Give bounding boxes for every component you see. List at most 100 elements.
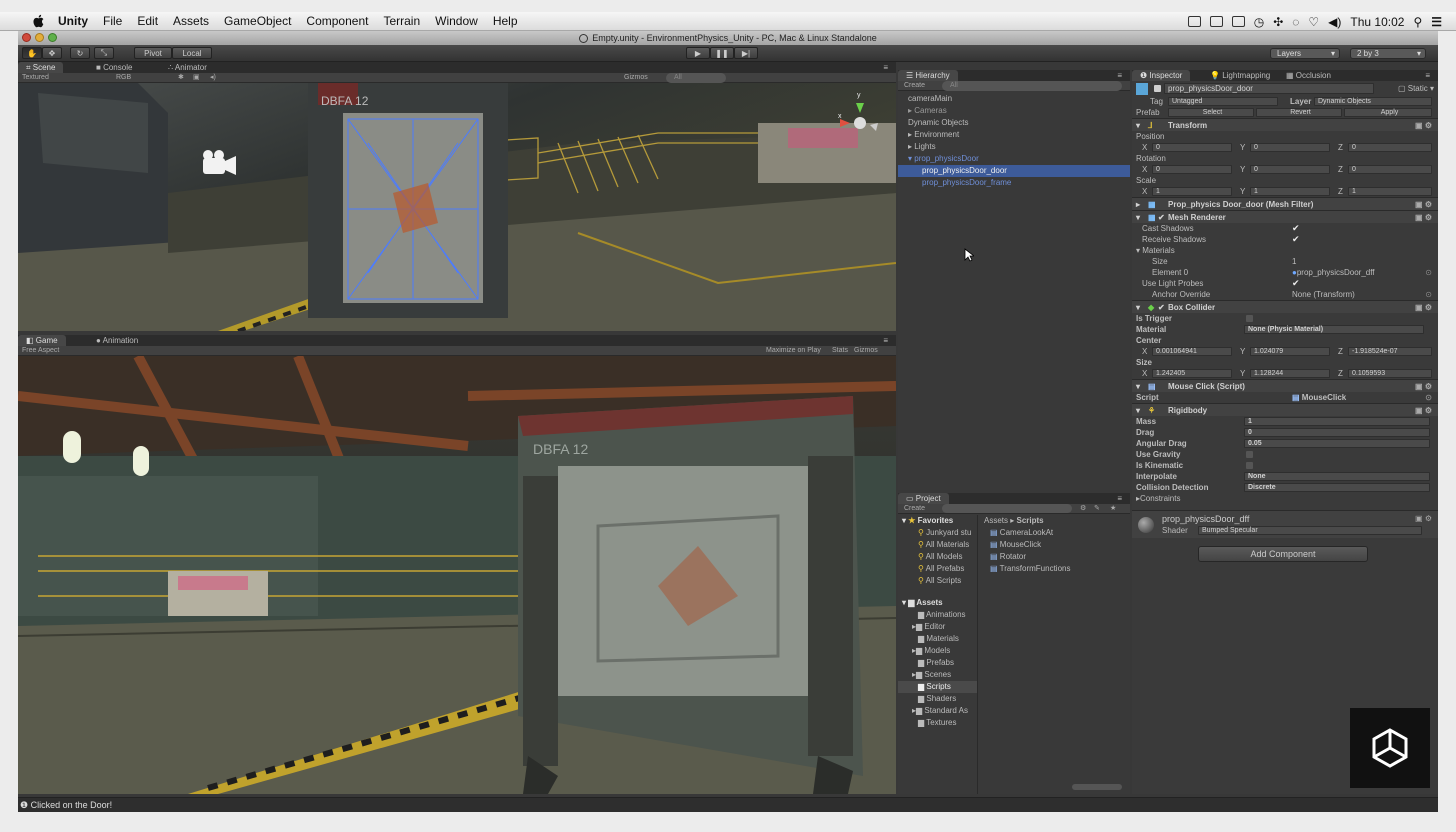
layer-dropdown[interactable]: Dynamic Objects [1314, 97, 1432, 106]
angular-drag-field[interactable]: 0.05 [1244, 439, 1430, 448]
local-toggle[interactable]: Local [172, 47, 212, 59]
menu-app-name[interactable]: Unity [58, 14, 88, 28]
favorite-item[interactable]: ⚲ All Models [898, 551, 977, 563]
breadcrumb-scripts[interactable]: Scripts [1016, 516, 1043, 525]
scale-z-field[interactable]: 1 [1348, 187, 1432, 196]
size-x-field[interactable]: 1.242405 [1152, 369, 1232, 378]
menu-terrain[interactable]: Terrain [383, 14, 420, 28]
status-bar[interactable]: ❶ Clicked on the Door! [18, 797, 1438, 812]
breadcrumb-assets[interactable]: Assets [984, 516, 1008, 525]
wifi-icon[interactable]: ♡ [1308, 15, 1319, 29]
size-y-field[interactable]: 1.128244 [1250, 369, 1330, 378]
static-toggle[interactable]: ▢ Static ▾ [1398, 83, 1434, 94]
hierarchy-search-input[interactable]: All [942, 81, 1122, 91]
size-z-field[interactable]: 0.1059593 [1348, 369, 1432, 378]
tab-inspector[interactable]: ❶ Inspector [1132, 70, 1191, 81]
object-picker-icon[interactable]: ⊙ [1425, 267, 1432, 278]
scene-search-input[interactable]: All [666, 73, 726, 83]
use-gravity-checkbox[interactable] [1246, 451, 1253, 458]
stats-toggle[interactable]: Stats [832, 346, 848, 356]
spotlight-search-icon[interactable]: ⚲ [1413, 15, 1422, 29]
prefab-revert-button[interactable]: Revert [1256, 108, 1342, 117]
gizmos-dropdown[interactable]: Gizmos [624, 73, 648, 83]
active-checkbox[interactable] [1154, 85, 1161, 92]
hierarchy-item-selected[interactable]: prop_physicsDoor_door [898, 165, 1130, 177]
position-z-field[interactable]: 0 [1348, 143, 1432, 152]
game-gizmos-dropdown[interactable]: Gizmos [854, 346, 878, 356]
hierarchy-create-dropdown[interactable]: Create [904, 81, 925, 91]
filter-by-label-icon[interactable]: ✎ [1094, 504, 1100, 514]
mouse-click-header[interactable]: ▾ ▤ Mouse Click (Script) ▣ ⚙ [1132, 379, 1438, 392]
notes-icon[interactable] [1209, 16, 1223, 27]
tab-lightmapping[interactable]: 💡 Lightmapping [1202, 70, 1278, 81]
tab-occlusion[interactable]: ▦ Occlusion [1278, 70, 1339, 81]
scale-x-field[interactable]: 1 [1152, 187, 1232, 196]
asset-folder-selected[interactable]: ▆ Scripts [898, 681, 977, 693]
volume-icon[interactable]: ◀) [1328, 15, 1341, 29]
render-mode-dropdown[interactable]: Textured [22, 73, 49, 83]
script-asset[interactable]: ▤ MouseClick [980, 539, 1130, 551]
shader-dropdown[interactable]: Bumped Specular [1198, 526, 1422, 535]
inspector-menu-icon[interactable]: ≡ [1417, 70, 1438, 81]
menu-gameobject[interactable]: GameObject [224, 14, 291, 28]
layout-dropdown[interactable]: 2 by 3 [1350, 48, 1426, 59]
box-collider-header[interactable]: ▾ ◆ ✔ Box Collider ▣ ⚙ [1132, 300, 1438, 313]
apple-icon[interactable] [32, 14, 46, 28]
project-create-dropdown[interactable]: Create [904, 504, 925, 514]
object-name-field[interactable]: prop_physicsDoor_door [1164, 83, 1374, 94]
minimize-window-button[interactable] [35, 33, 44, 42]
pivot-toggle[interactable]: Pivot [134, 47, 172, 59]
menu-window[interactable]: Window [435, 14, 478, 28]
camera-gizmo-icon[interactable] [203, 150, 236, 175]
display-icon[interactable] [1231, 16, 1245, 27]
asset-folder[interactable]: ▸▆ Scenes [898, 669, 977, 681]
effects-toggle-icon[interactable]: ▣ [193, 73, 200, 83]
tag-dropdown[interactable]: Untagged [1168, 97, 1278, 106]
tab-animator[interactable]: ∴ Animator [160, 62, 215, 73]
center-z-field[interactable]: -1.918524e-07 [1348, 347, 1432, 356]
hand-tool-button[interactable]: ✋ [22, 47, 42, 59]
tab-game[interactable]: ◧ Game [18, 335, 66, 346]
asset-folder[interactable]: ▆ Prefabs [898, 657, 977, 669]
tab-hierarchy[interactable]: ☰ Hierarchy [898, 70, 958, 81]
mesh-filter-header[interactable]: ▸ ▦ Prop_physics Door_door (Mesh Filter)… [1132, 197, 1438, 210]
rotate-tool-button[interactable]: ↻ [70, 47, 90, 59]
airplay-icon[interactable]: ◌ [1292, 15, 1299, 29]
tab-project[interactable]: ▭ Project [898, 493, 949, 504]
asset-folder[interactable]: ▆ Animations [898, 609, 977, 621]
favorite-item[interactable]: ⚲ All Prefabs [898, 563, 977, 575]
hierarchy-item[interactable]: Dynamic Objects [898, 117, 1130, 129]
favorite-item[interactable]: ⚲ Junkyard stu [898, 527, 977, 539]
screen-recorder-icon[interactable] [1187, 16, 1201, 27]
play-button[interactable]: ▶ [686, 47, 710, 59]
menu-file[interactable]: File [103, 14, 122, 28]
component-settings-icon[interactable]: ▣ ⚙ [1415, 514, 1432, 523]
menu-component[interactable]: Component [306, 14, 368, 28]
hierarchy-menu-icon[interactable]: ≡ [1109, 70, 1130, 81]
favorite-star-icon[interactable]: ★ [1110, 504, 1116, 514]
game-viewport[interactable]: DBFA 12 [18, 356, 896, 794]
lighting-toggle-icon[interactable]: ✱ [178, 73, 184, 83]
mesh-renderer-header[interactable]: ▾ ▦ ✔ Mesh Renderer ▣ ⚙ [1132, 210, 1438, 223]
rotation-x-field[interactable]: 0 [1152, 165, 1232, 174]
materials-row[interactable]: ▾ Materials [1132, 245, 1438, 256]
cast-shadows-checkbox[interactable]: ✔ [1292, 223, 1300, 234]
mass-field[interactable]: 1 [1244, 417, 1430, 426]
hierarchy-item[interactable]: ▸ Lights [898, 141, 1130, 153]
script-field[interactable]: ▤ MouseClick [1292, 392, 1346, 403]
close-window-button[interactable] [22, 33, 31, 42]
anchor-override-field[interactable]: None (Transform) [1292, 289, 1355, 300]
materials-size-value[interactable]: 1 [1292, 256, 1296, 267]
panel-menu-icon[interactable]: ≡ [875, 62, 896, 73]
tab-scene[interactable]: ⌗ Scene [18, 62, 64, 73]
scale-tool-button[interactable]: ⤡ [94, 47, 114, 59]
asset-folder[interactable]: ▆ Shaders [898, 693, 977, 705]
position-x-field[interactable]: 0 [1152, 143, 1232, 152]
pause-button[interactable]: ❚❚ [710, 47, 734, 59]
hierarchy-item[interactable]: ▾ prop_physicsDoor [898, 153, 1130, 165]
script-asset[interactable]: ▤ Rotator [980, 551, 1130, 563]
aspect-dropdown[interactable]: Free Aspect [22, 346, 59, 356]
favorite-item[interactable]: ⚲ All Scripts [898, 575, 977, 587]
step-button[interactable]: ▶| [734, 47, 758, 59]
hierarchy-item[interactable]: cameraMain [898, 93, 1130, 105]
